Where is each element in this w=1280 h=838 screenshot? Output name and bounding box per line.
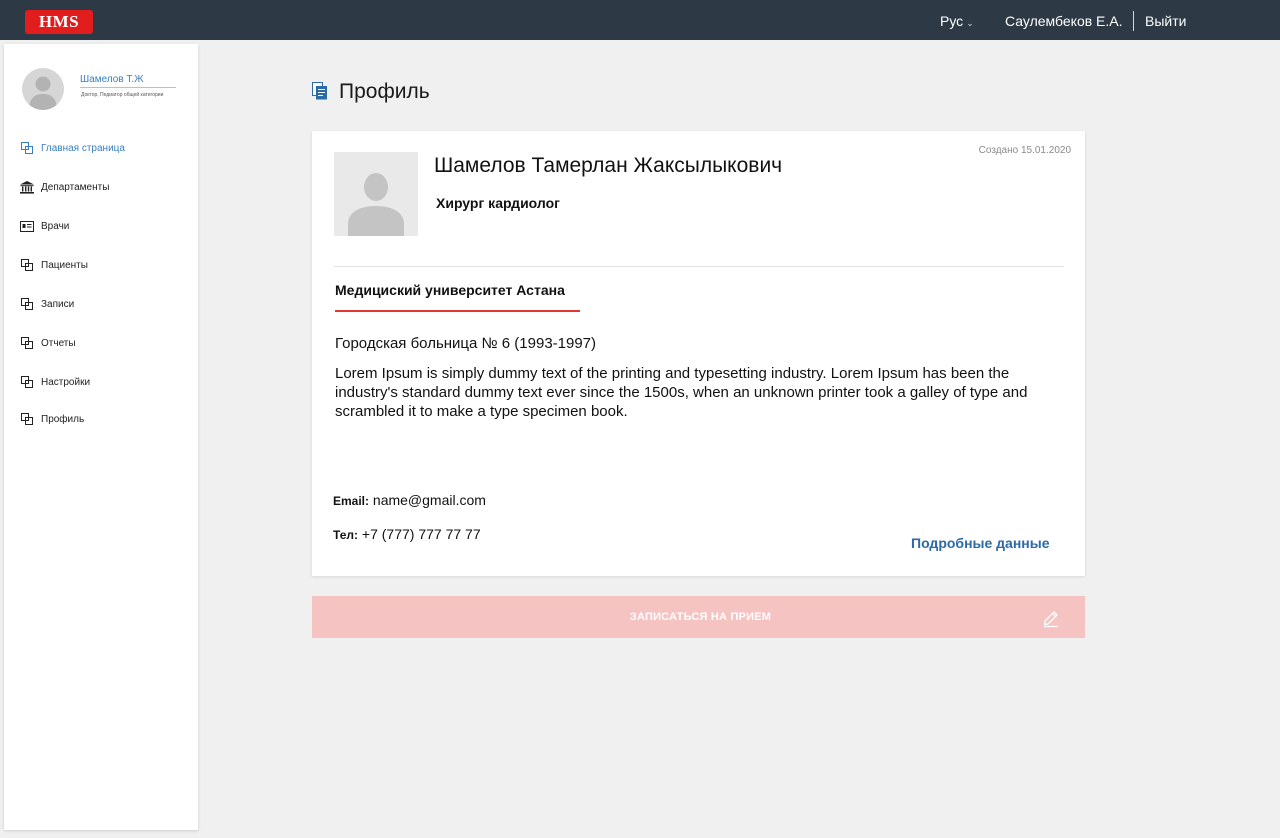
user-avatar[interactable] bbox=[22, 68, 64, 110]
pages-icon bbox=[20, 297, 34, 311]
email-value: name@gmail.com bbox=[372, 492, 486, 508]
language-selector[interactable]: Рус ⌄ bbox=[940, 13, 974, 29]
id-card-icon bbox=[20, 219, 34, 233]
phone-label: Тел: bbox=[333, 528, 359, 542]
created-date: Создано 15.01.2020 bbox=[978, 145, 1071, 156]
pencil-icon bbox=[1040, 606, 1062, 628]
building-icon bbox=[20, 180, 34, 194]
sidebar-item-label: Настройки bbox=[41, 376, 91, 388]
top-bar: HMS Рус ⌄ Саулембеков Е.А. Выйти bbox=[0, 0, 1280, 40]
sidebar-item-appointments[interactable]: Записи bbox=[20, 297, 74, 311]
page-title: Профиль bbox=[339, 80, 430, 103]
language-label: Рус bbox=[940, 13, 964, 29]
sidebar-item-label: Записи bbox=[41, 298, 75, 310]
sidebar-item-label: Профиль bbox=[41, 413, 85, 425]
details-link[interactable]: Подробные данные bbox=[911, 535, 1049, 551]
profile-card: Создано 15.01.2020 Шамелов Тамерлан Жакс… bbox=[312, 131, 1085, 576]
sidebar-item-label: Врачи bbox=[41, 220, 70, 232]
pages-icon bbox=[20, 375, 34, 389]
workplace-description: Lorem Ipsum is simply dummy text of the … bbox=[335, 365, 1028, 420]
current-user-name[interactable]: Саулембеков Е.А. bbox=[1005, 13, 1123, 29]
phone-row: Тел: +7 (777) 777 77 77 bbox=[333, 526, 481, 542]
section-divider bbox=[334, 266, 1064, 267]
sidebar-item-home[interactable]: Главная страница bbox=[20, 141, 125, 155]
pages-icon bbox=[20, 412, 34, 426]
avatar-placeholder-icon bbox=[29, 76, 57, 110]
sidebar-item-label: Пациенты bbox=[41, 259, 88, 271]
phone-value: +7 (777) 777 77 77 bbox=[361, 526, 481, 542]
documents-icon bbox=[312, 82, 328, 100]
book-appointment-label: ЗАПИСАТЬСЯ НА ПРИЕМ bbox=[629, 611, 772, 623]
pages-icon bbox=[20, 336, 34, 350]
sidebar-name-divider bbox=[80, 87, 176, 88]
sidebar-item-label: Департаменты bbox=[41, 181, 110, 193]
email-row: Email: name@gmail.com bbox=[333, 492, 486, 508]
chevron-down-icon: ⌄ bbox=[966, 18, 974, 28]
sidebar-item-label: Отчеты bbox=[41, 337, 76, 349]
sidebar-item-profile[interactable]: Профиль bbox=[20, 412, 84, 426]
sidebar-item-label: Главная страница bbox=[41, 142, 125, 154]
person-placeholder-icon bbox=[348, 173, 404, 236]
email-label: Email: bbox=[333, 494, 370, 508]
education-tab[interactable]: Медициский университет Астана bbox=[335, 282, 565, 298]
sidebar-item-patients[interactable]: Пациенты bbox=[20, 258, 88, 272]
sidebar-item-reports[interactable]: Отчеты bbox=[20, 336, 76, 350]
sidebar-item-settings[interactable]: Настройки bbox=[20, 375, 90, 389]
sidebar-user-name[interactable]: Шамелов Т.Ж bbox=[80, 74, 143, 85]
pages-icon bbox=[20, 141, 34, 155]
doctor-full-name: Шамелов Тамерлан Жаксылыкович bbox=[434, 154, 783, 177]
book-appointment-button[interactable]: ЗАПИСАТЬСЯ НА ПРИЕМ bbox=[312, 596, 1085, 638]
sidebar: Шамелов Т.Ж Доктор, Педиатор общей катег… bbox=[4, 44, 198, 830]
doctor-position: Хирург кардиолог bbox=[436, 195, 560, 211]
logout-link[interactable]: Выйти bbox=[1145, 13, 1186, 29]
workplace-title: Городская больница № 6 (1993-1997) bbox=[335, 335, 597, 352]
sidebar-item-departments[interactable]: Департаменты bbox=[20, 180, 109, 194]
pages-icon bbox=[20, 258, 34, 272]
sidebar-item-doctors[interactable]: Врачи bbox=[20, 219, 69, 233]
active-tab-underline bbox=[335, 310, 580, 312]
header-divider bbox=[1133, 11, 1134, 31]
profile-photo bbox=[334, 152, 418, 236]
app-logo[interactable]: HMS bbox=[25, 10, 93, 34]
sidebar-user-role: Доктор, Педиатор общей категории bbox=[81, 92, 164, 98]
